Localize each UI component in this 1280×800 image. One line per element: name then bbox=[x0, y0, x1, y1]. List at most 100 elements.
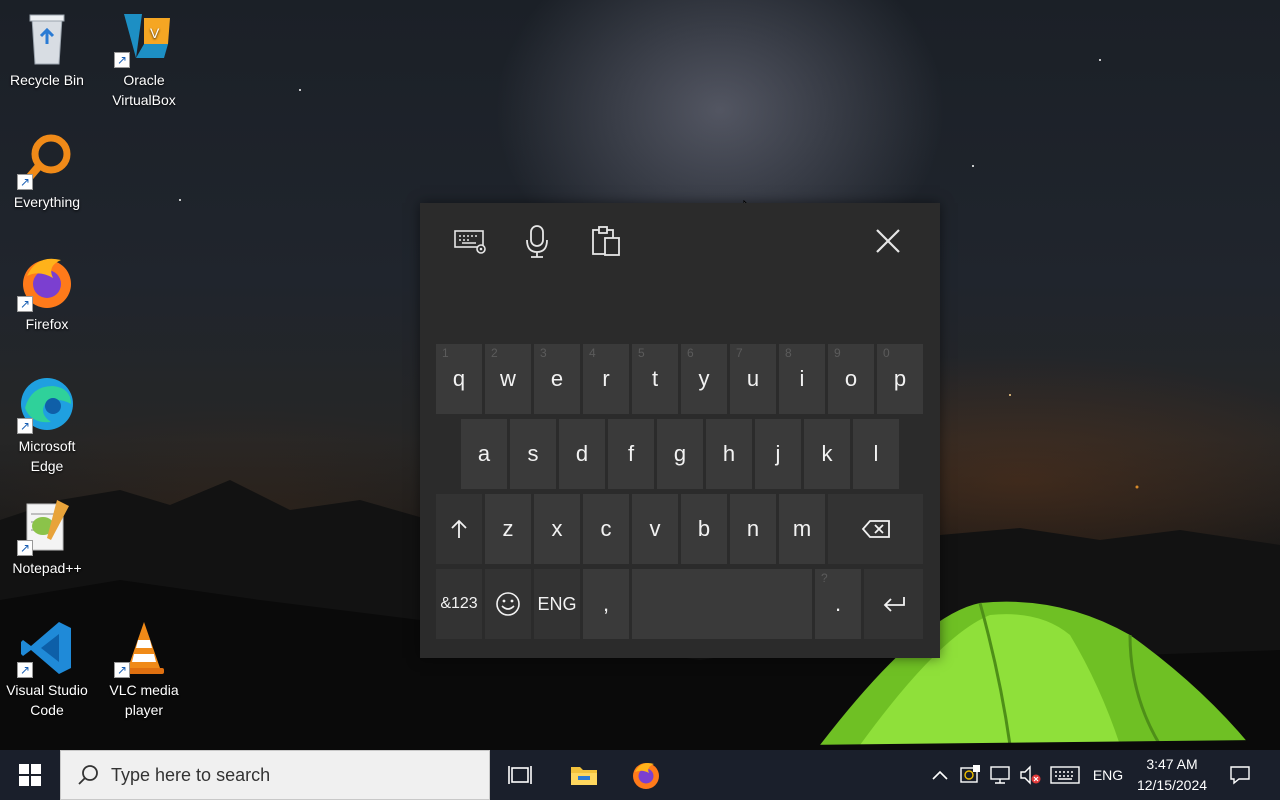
task-view-button[interactable] bbox=[494, 750, 546, 800]
key-h[interactable]: h bbox=[706, 419, 752, 489]
key-label: v bbox=[649, 516, 661, 541]
key-label: e bbox=[550, 366, 564, 391]
key-j[interactable]: j bbox=[755, 419, 801, 489]
key-label: l bbox=[873, 441, 879, 466]
show-hidden-icons-button[interactable] bbox=[928, 750, 952, 800]
shortcut-arrow-icon: ↗ bbox=[114, 52, 130, 68]
key-label: n bbox=[746, 516, 760, 541]
key-g[interactable]: g bbox=[657, 419, 703, 489]
desktop-icon-label: Notepad++ bbox=[12, 560, 82, 576]
key-q[interactable]: 1q bbox=[436, 344, 482, 414]
backspace-key[interactable] bbox=[828, 494, 923, 564]
volume-button[interactable] bbox=[1016, 750, 1044, 800]
key-label: w bbox=[500, 366, 516, 391]
key-label: s bbox=[527, 441, 539, 466]
key-i[interactable]: 8i bbox=[779, 344, 825, 414]
clipboard-button[interactable] bbox=[586, 221, 626, 261]
key-v[interactable]: v bbox=[632, 494, 678, 564]
taskbar-file-explorer[interactable] bbox=[558, 750, 610, 800]
taskbar-firefox[interactable] bbox=[620, 750, 672, 800]
desktop-icon-edge[interactable]: ↗ Microsoft Edge bbox=[1, 374, 93, 476]
key-d[interactable]: d bbox=[559, 419, 605, 489]
symbols-key[interactable]: &123 bbox=[436, 569, 482, 639]
key-a[interactable]: a bbox=[461, 419, 507, 489]
keyboard-settings-button[interactable] bbox=[450, 221, 490, 261]
language-key[interactable]: ENG bbox=[534, 569, 580, 639]
language-indicator: ENG bbox=[1092, 767, 1124, 783]
touch-keyboard-button[interactable] bbox=[1048, 750, 1082, 800]
key-f[interactable]: f bbox=[608, 419, 654, 489]
desktop-icon-label: VLC media player bbox=[109, 682, 179, 718]
key-w[interactable]: 2w bbox=[485, 344, 531, 414]
key-x[interactable]: x bbox=[534, 494, 580, 564]
comma-key[interactable]: , bbox=[583, 569, 629, 639]
key-label: h bbox=[722, 441, 736, 466]
desktop-icon-notepadpp[interactable]: ↗ Notepad++ bbox=[1, 496, 93, 578]
emoji-key[interactable] bbox=[485, 569, 531, 639]
desktop-icon-vlc[interactable]: ↗ VLC media player bbox=[98, 618, 190, 720]
taskbar: Type here to search ENG 3:47 AM 12/15/20… bbox=[0, 750, 1280, 800]
input-language-button[interactable]: ENG bbox=[1088, 750, 1128, 800]
search-icon bbox=[78, 765, 98, 785]
keyboard-icon bbox=[1050, 766, 1080, 784]
key-b[interactable]: b bbox=[681, 494, 727, 564]
key-hint: 1 bbox=[442, 346, 449, 360]
key-n[interactable]: n bbox=[730, 494, 776, 564]
file-explorer-icon bbox=[571, 767, 597, 785]
key-t[interactable]: 5t bbox=[632, 344, 678, 414]
key-hint: 6 bbox=[687, 346, 694, 360]
space-key[interactable] bbox=[632, 569, 812, 639]
key-o[interactable]: 9o bbox=[828, 344, 874, 414]
firefox-icon: ↗ bbox=[17, 252, 77, 312]
key-label: q bbox=[452, 366, 466, 391]
taskbar-search-box[interactable]: Type here to search bbox=[60, 750, 490, 800]
vscode-icon: ↗ bbox=[17, 618, 77, 678]
key-hint: 4 bbox=[589, 346, 596, 360]
shortcut-arrow-icon: ↗ bbox=[17, 540, 33, 556]
period-key[interactable]: ?. bbox=[815, 569, 861, 639]
key-label: x bbox=[551, 516, 563, 541]
key-y[interactable]: 6y bbox=[681, 344, 727, 414]
key-s[interactable]: s bbox=[510, 419, 556, 489]
key-u[interactable]: 7u bbox=[730, 344, 776, 414]
shift-arrow-icon bbox=[451, 519, 467, 538]
keyboard-toolbar bbox=[420, 203, 940, 273]
desktop-icon-everything[interactable]: ↗ Everything bbox=[1, 130, 93, 212]
desktop-icon-recycle-bin[interactable]: Recycle Bin bbox=[1, 8, 93, 90]
key-r[interactable]: 4r bbox=[583, 344, 629, 414]
key-hint: 5 bbox=[638, 346, 645, 360]
action-center-button[interactable] bbox=[1222, 750, 1258, 800]
key-m[interactable]: m bbox=[779, 494, 825, 564]
shortcut-arrow-icon: ↗ bbox=[17, 296, 33, 312]
search-placeholder: Type here to search bbox=[111, 765, 271, 785]
key-label: , bbox=[602, 591, 610, 616]
desktop-icon-vscode[interactable]: ↗ Visual Studio Code bbox=[1, 618, 93, 720]
tray-app-button[interactable] bbox=[956, 750, 984, 800]
key-z[interactable]: z bbox=[485, 494, 531, 564]
network-button[interactable] bbox=[986, 750, 1014, 800]
clock-time: 3:47 AM bbox=[1146, 756, 1198, 772]
desktop-icon-firefox[interactable]: ↗ Firefox bbox=[1, 252, 93, 334]
task-view-icon bbox=[508, 766, 532, 784]
shift-key[interactable] bbox=[436, 494, 482, 564]
desktop-icon-virtualbox[interactable]: V ↗ Oracle VirtualBox bbox=[98, 8, 190, 110]
key-c[interactable]: c bbox=[583, 494, 629, 564]
key-hint: 3 bbox=[540, 346, 547, 360]
dictation-button[interactable] bbox=[517, 221, 557, 261]
desktop-icon-label: Firefox bbox=[25, 316, 69, 332]
taskbar-clock[interactable]: 3:47 AM 12/15/2024 bbox=[1130, 754, 1214, 796]
key-l[interactable]: l bbox=[853, 419, 899, 489]
shortcut-arrow-icon: ↗ bbox=[17, 174, 33, 190]
desktop-icon-label: Recycle Bin bbox=[10, 72, 84, 88]
key-label: r bbox=[602, 366, 610, 391]
enter-key[interactable] bbox=[864, 569, 923, 639]
key-p[interactable]: 0p bbox=[877, 344, 923, 414]
key-k[interactable]: k bbox=[804, 419, 850, 489]
start-button[interactable] bbox=[0, 750, 60, 800]
key-label: p bbox=[893, 366, 907, 391]
key-label: d bbox=[575, 441, 589, 466]
key-e[interactable]: 3e bbox=[534, 344, 580, 414]
notepadpp-icon: ↗ bbox=[17, 496, 77, 556]
key-label: z bbox=[502, 516, 514, 541]
close-keyboard-button[interactable] bbox=[868, 221, 908, 261]
